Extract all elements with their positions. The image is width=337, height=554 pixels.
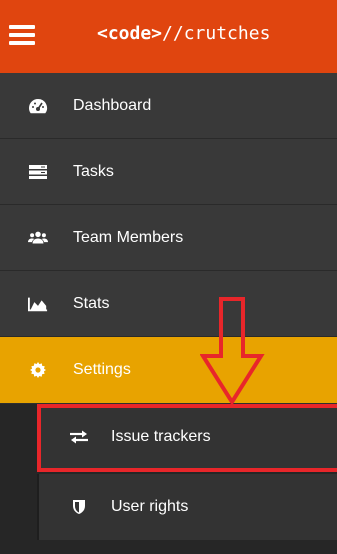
- settings-submenu: Issue trackers User rights: [0, 404, 337, 554]
- sidebar-item-label: Stats: [73, 294, 110, 312]
- sidebar-item-stats[interactable]: Stats: [0, 271, 337, 337]
- sidebar-item-label: Team Members: [73, 228, 184, 246]
- brand-logo[interactable]: <code>//crutches: [97, 23, 270, 44]
- app-header: <code>//crutches: [0, 0, 337, 73]
- shield-icon: [69, 498, 89, 516]
- users-icon: [28, 229, 48, 247]
- gear-icon: [28, 361, 48, 379]
- hamburger-menu-icon[interactable]: [9, 25, 35, 45]
- tachometer-icon: [28, 97, 48, 115]
- sidebar-item-dashboard[interactable]: Dashboard: [0, 73, 337, 139]
- sidebar-item-tasks[interactable]: Tasks: [0, 139, 337, 205]
- sidebar-item-team-members[interactable]: Team Members: [0, 205, 337, 271]
- sidebar-item-label: Settings: [73, 361, 131, 378]
- submenu-item-label: User rights: [111, 498, 189, 515]
- area-chart-icon: [28, 295, 48, 313]
- submenu-item-label: Issue trackers: [111, 428, 211, 445]
- sidebar-menu: Dashboard Tasks Team Members Stats Setti…: [0, 73, 337, 403]
- sidebar-item-label: Dashboard: [73, 96, 152, 114]
- sidebar-item-settings[interactable]: Settings: [0, 337, 337, 403]
- exchange-icon: [69, 428, 89, 446]
- server-icon: [28, 163, 48, 181]
- sidebar-item-label: Tasks: [73, 162, 114, 180]
- submenu-item-user-rights[interactable]: User rights: [37, 474, 337, 540]
- submenu-item-issue-trackers[interactable]: Issue trackers: [37, 404, 337, 470]
